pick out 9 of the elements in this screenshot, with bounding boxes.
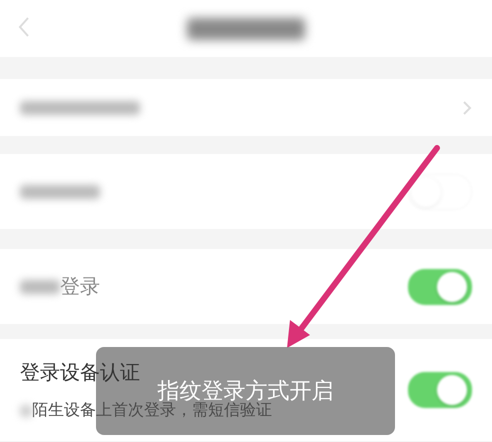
blurred-text xyxy=(20,404,32,416)
chevron-icon xyxy=(462,100,472,116)
row-label: 登录设备认证 xyxy=(20,359,140,386)
row-description: 陌生设备上首次登录，需短信验证 xyxy=(32,400,272,421)
row-label: 登录 xyxy=(60,273,100,300)
toggle-switch[interactable] xyxy=(408,268,472,304)
blurred-text xyxy=(20,280,60,294)
back-icon[interactable] xyxy=(18,16,30,38)
toggle-switch[interactable] xyxy=(408,372,472,408)
